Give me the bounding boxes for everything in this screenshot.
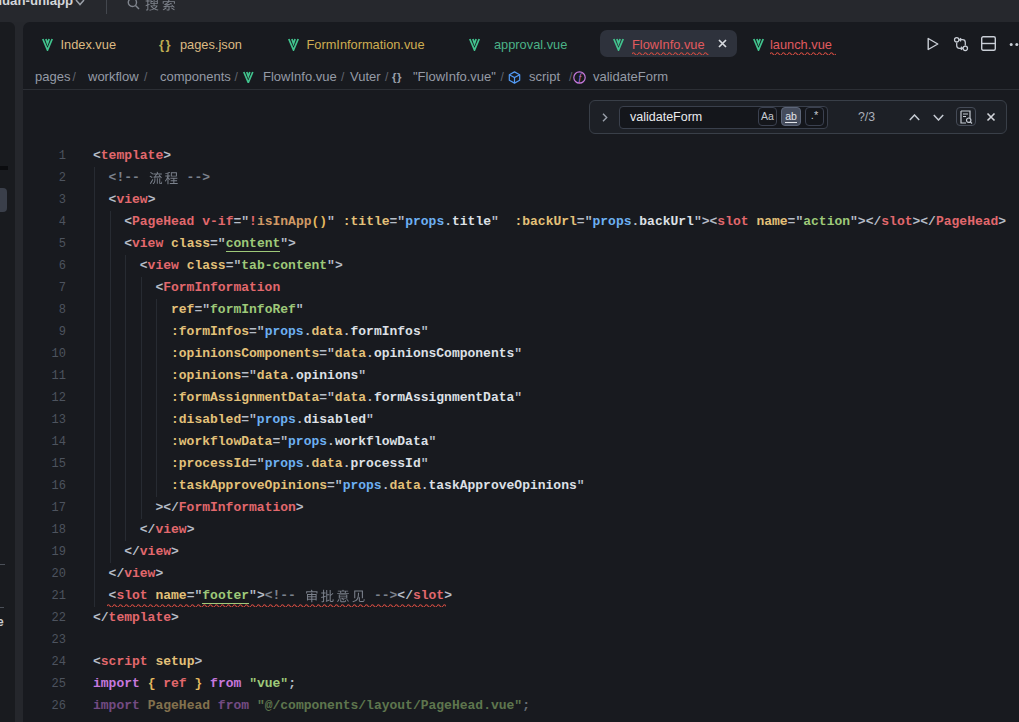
svg-text:f: f — [579, 72, 583, 83]
